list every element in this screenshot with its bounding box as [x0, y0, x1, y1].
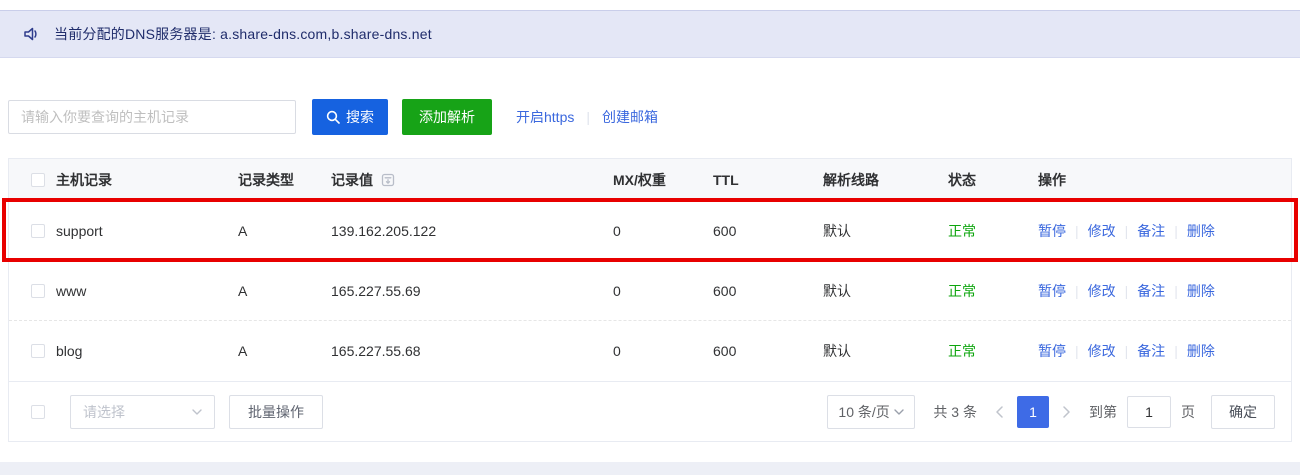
goto-page-input[interactable] — [1127, 396, 1171, 428]
banner-text: 当前分配的DNS服务器是: a.share-dns.com,b.share-dn… — [54, 24, 432, 44]
mx-weight: 0 — [613, 283, 713, 299]
pause-link[interactable]: 暂停 — [1038, 341, 1066, 361]
host-record: support — [56, 223, 238, 239]
add-record-button[interactable]: 添加解析 — [402, 99, 492, 135]
column-header-mx: MX/权重 — [613, 170, 713, 190]
prev-page-icon[interactable] — [995, 406, 1003, 418]
record-type: A — [238, 223, 331, 239]
records-table: 主机记录 记录类型 记录值 MX/权重 TTL 解析线路 状态 操作 — [8, 158, 1292, 442]
ttl-value: 600 — [713, 283, 823, 299]
dns-server-banner: 当前分配的DNS服务器是: a.share-dns.com,b.share-dn… — [0, 10, 1300, 58]
page-bottom-strip — [0, 462, 1300, 475]
pause-link[interactable]: 暂停 — [1038, 221, 1066, 241]
batch-action-button[interactable]: 批量操作 — [229, 395, 323, 429]
toolbar-link-separator: | — [586, 109, 590, 125]
page-number-button[interactable]: 1 — [1017, 396, 1049, 428]
batch-action-select[interactable]: 请选择 — [70, 395, 215, 429]
status-badge: 正常 — [948, 281, 1038, 301]
batch-controls: 请选择 批量操作 — [31, 395, 323, 429]
page-size-value: 10 条/页 — [838, 402, 889, 422]
footer-select-all-checkbox[interactable] — [31, 405, 45, 419]
status-badge: 正常 — [948, 341, 1038, 361]
table-row: support A 139.162.205.122 0 600 默认 正常 暂停… — [9, 201, 1291, 261]
column-header-type: 记录类型 — [238, 170, 331, 190]
pagination: 10 条/页 共 3 条 1 — [827, 395, 1275, 429]
remark-link[interactable]: 备注 — [1137, 221, 1165, 241]
table-header-row: 主机记录 记录类型 记录值 MX/权重 TTL 解析线路 状态 操作 — [9, 159, 1291, 201]
column-header-actions: 操作 — [1038, 170, 1291, 190]
enable-https-link[interactable]: 开启https — [516, 107, 574, 127]
speaker-icon — [22, 24, 42, 44]
row-actions: 暂停 | 修改 | 备注 | 删除 — [1038, 281, 1291, 301]
mx-weight: 0 — [613, 223, 713, 239]
resolve-line: 默认 — [823, 221, 948, 241]
remark-link[interactable]: 备注 — [1137, 281, 1165, 301]
ttl-value: 600 — [713, 223, 823, 239]
remark-link[interactable]: 备注 — [1137, 341, 1165, 361]
row-checkbox[interactable] — [31, 344, 45, 358]
modify-link[interactable]: 修改 — [1088, 341, 1116, 361]
column-header-ttl: TTL — [713, 172, 823, 188]
resolve-line: 默认 — [823, 341, 948, 361]
pause-link[interactable]: 暂停 — [1038, 281, 1066, 301]
table-footer: 请选择 批量操作 10 条/页 — [9, 381, 1291, 441]
select-all-checkbox[interactable] — [31, 173, 45, 187]
row-actions: 暂停 | 修改 | 备注 | 删除 — [1038, 341, 1291, 361]
host-record: blog — [56, 343, 238, 359]
column-header-value: 记录值 — [331, 170, 613, 190]
dns-records-page: 当前分配的DNS服务器是: a.share-dns.com,b.share-dn… — [0, 10, 1300, 442]
batch-select-placeholder: 请选择 — [83, 402, 125, 422]
search-button[interactable]: 搜索 — [312, 99, 388, 135]
create-mailbox-link[interactable]: 创建邮箱 — [602, 107, 658, 127]
column-header-host: 主机记录 — [56, 170, 238, 190]
delete-link[interactable]: 删除 — [1187, 221, 1215, 241]
column-header-status: 状态 — [948, 170, 1038, 190]
search-icon — [326, 110, 340, 124]
record-value: 139.162.205.122 — [331, 223, 613, 239]
modify-link[interactable]: 修改 — [1088, 281, 1116, 301]
confirm-button[interactable]: 确定 — [1211, 395, 1275, 429]
chevron-down-icon — [192, 409, 202, 415]
column-header-line: 解析线路 — [823, 170, 948, 190]
row-actions: 暂停 | 修改 | 备注 | 删除 — [1038, 221, 1291, 241]
record-value: 165.227.55.69 — [331, 283, 613, 299]
table-row: www A 165.227.55.69 0 600 默认 正常 暂停 | 修改 … — [9, 261, 1291, 321]
status-badge: 正常 — [948, 221, 1038, 241]
delete-link[interactable]: 删除 — [1187, 341, 1215, 361]
goto-page-prefix: 到第 — [1089, 402, 1117, 422]
toolbar: 搜索 添加解析 开启https | 创建邮箱 — [8, 99, 1292, 135]
total-count: 共 3 条 — [933, 402, 977, 422]
search-button-label: 搜索 — [346, 107, 374, 127]
goto-page-suffix: 页 — [1181, 402, 1195, 422]
next-page-icon[interactable] — [1063, 406, 1071, 418]
ttl-value: 600 — [713, 343, 823, 359]
resolve-line: 默认 — [823, 281, 948, 301]
toggle-value-display-icon[interactable] — [381, 173, 395, 187]
record-value: 165.227.55.68 — [331, 343, 613, 359]
mx-weight: 0 — [613, 343, 713, 359]
row-checkbox[interactable] — [31, 284, 45, 298]
modify-link[interactable]: 修改 — [1088, 221, 1116, 241]
delete-link[interactable]: 删除 — [1187, 281, 1215, 301]
row-checkbox[interactable] — [31, 224, 45, 238]
page-size-select[interactable]: 10 条/页 — [827, 395, 915, 429]
table-row: blog A 165.227.55.68 0 600 默认 正常 暂停 | 修改… — [9, 321, 1291, 381]
search-input[interactable] — [8, 100, 296, 134]
host-record: www — [56, 283, 238, 299]
record-type: A — [238, 283, 331, 299]
record-type: A — [238, 343, 331, 359]
chevron-down-icon — [894, 409, 904, 415]
